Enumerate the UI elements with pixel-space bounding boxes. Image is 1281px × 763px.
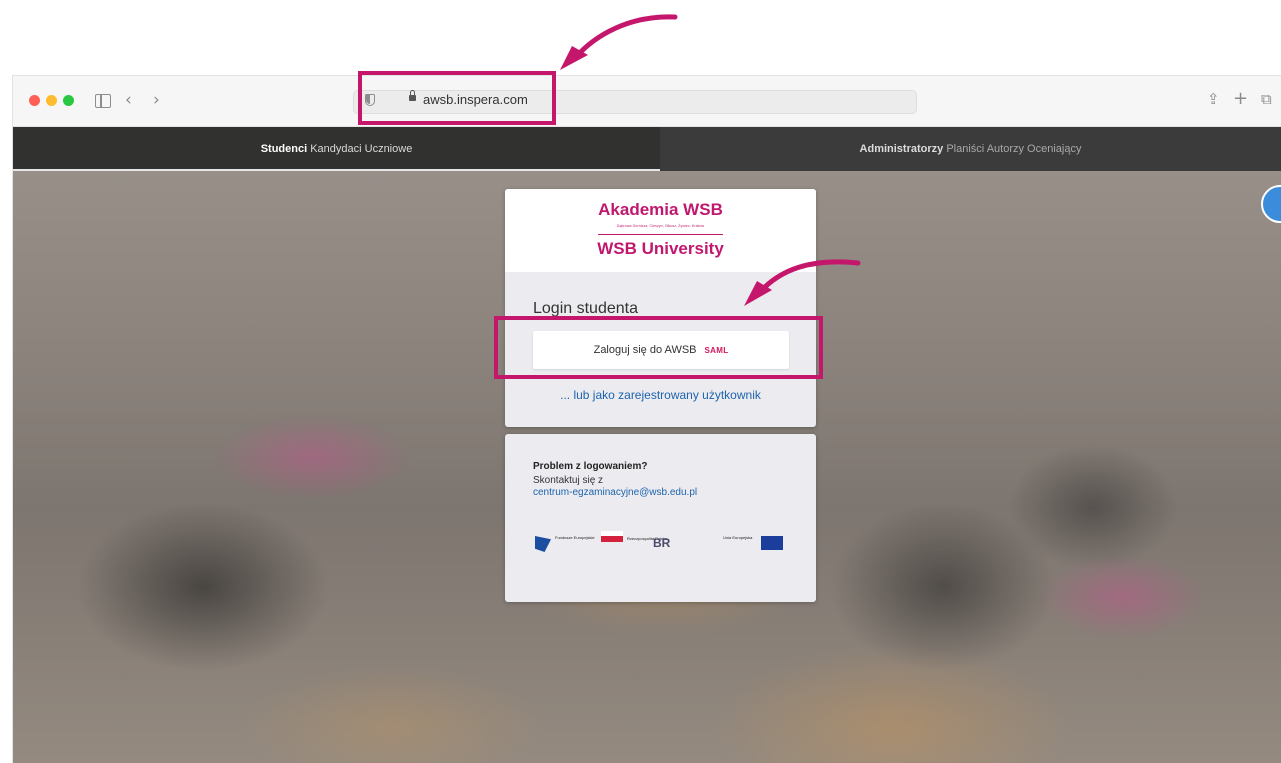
back-icon[interactable]: ‹ (125, 92, 132, 109)
maximize-window-button[interactable] (63, 95, 74, 106)
close-window-button[interactable] (29, 95, 40, 106)
tab-administrators-roles: Planiści Autorzy Oceniający (943, 143, 1082, 155)
eu-flag-logo (761, 536, 783, 550)
logo-subtitle: Dąbrowa Górnicza, Cieszyn, Olkusz, Żywie… (616, 224, 705, 228)
help-text: Skontaktuj się z (533, 475, 604, 486)
logo-line-1: Akademia WSB (598, 200, 723, 219)
share-icon[interactable]: ⇪ (1207, 91, 1220, 108)
polish-flag-logo (601, 531, 623, 542)
university-logo: Akademia WSB Dąbrowa Górnicza, Cieszyn, … (505, 189, 816, 272)
tab-administrators[interactable]: Administratorzy Planiści Autorzy Oceniaj… (660, 127, 1281, 171)
forward-icon[interactable]: › (153, 92, 160, 109)
help-card: Problem z logowaniem? Skontaktuj się z c… (505, 434, 816, 602)
url-arrowhead-icon (560, 46, 588, 70)
new-tab-icon[interactable]: + (1233, 90, 1248, 108)
help-email-link[interactable]: centrum-egzaminacyjne@wsb.edu.pl (533, 487, 697, 498)
logo-line-2: WSB University (597, 239, 724, 258)
tab-administrators-title: Administratorzy (859, 143, 944, 155)
fundusze-europejskie-text: Fundusze Europejskie (555, 535, 595, 540)
role-tabs: Studenci Kandydaci Uczniowe Administrato… (13, 127, 1281, 171)
url-arrow-icon (572, 14, 678, 61)
tab-students-title: Studenci (260, 143, 308, 155)
browser-window: ‹ › awsb.inspera.com ⇪ + ⧉ Studenci Kand… (13, 76, 1281, 763)
tab-students-roles: Kandydaci Uczniowe (307, 143, 413, 155)
fundusze-europejskie-logo (535, 536, 551, 552)
logo-divider (598, 234, 723, 235)
ncbr-logo: BR (653, 536, 671, 550)
help-title: Problem z logowaniem? (533, 461, 648, 472)
saml-button-highlight-box (494, 316, 823, 379)
funding-logos: Fundusze Europejskie Rzeczpospolita Pols… (535, 531, 785, 556)
page-content: Studenci Kandydaci Uczniowe Administrato… (13, 127, 1281, 763)
login-card: Akademia WSB Dąbrowa Górnicza, Cieszyn, … (505, 189, 816, 427)
chat-icon[interactable] (1261, 185, 1281, 223)
minimize-window-button[interactable] (46, 95, 57, 106)
tab-students[interactable]: Studenci Kandydaci Uczniowe (13, 127, 660, 171)
tabs-overview-icon[interactable]: ⧉ (1261, 91, 1272, 108)
registered-user-login-link[interactable]: ... lub jako zarejestrowany użytkownik (505, 388, 816, 402)
url-highlight-box (358, 71, 556, 125)
sidebar-toggle-icon[interactable] (95, 94, 111, 108)
browser-toolbar: ‹ › awsb.inspera.com ⇪ + ⧉ (13, 76, 1281, 127)
unia-europejska-text: Unia Europejska (723, 535, 753, 540)
